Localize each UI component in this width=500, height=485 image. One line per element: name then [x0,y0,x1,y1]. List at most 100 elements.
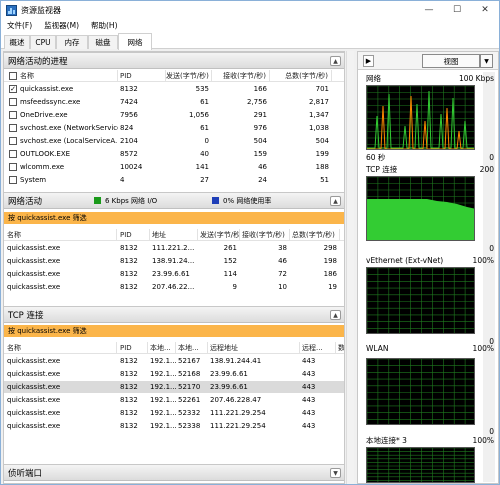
process-checkbox[interactable] [9,163,17,171]
col-more[interactable]: 数 [338,342,344,354]
net-address: 111.221.2... [152,244,195,252]
minimize-button[interactable]: — [415,1,443,19]
table-row[interactable]: OUTLOOK.EXE 8572 40 159 199 [4,148,344,160]
process-name: quickassist.exe [20,85,74,93]
table-row[interactable]: svchost.exe (LocalServiceA... 2104 0 504 504 [4,135,344,147]
window-title: 资源监视器 [21,5,61,15]
col-pid[interactable]: PID [120,70,166,82]
process-pid: 824 [120,124,134,132]
process-checkbox[interactable] [9,98,17,106]
proc-section-header[interactable]: 网络活动的进程 ▲ [4,52,344,69]
table-row[interactable]: quickassist.exe 8132 192.1... 52338 111.221.… [4,420,344,432]
table-row[interactable]: quickassist.exe 8132 111.221.2... 261 38 298 [4,242,344,254]
tcp-name: quickassist.exe [7,396,61,404]
chevron-up-icon[interactable]: ▲ [330,310,341,320]
process-total: 188 [315,163,329,171]
col-recv[interactable]: 接收(字节/秒) [212,70,270,82]
table-row[interactable]: wlcomm.exe 10024 141 46 188 [4,161,344,173]
net-io-text: 6 Kbps 网络 I/O [105,196,158,205]
graph-scrollbar[interactable] [483,72,495,482]
table-row[interactable]: quickassist.exe 8132 192.1... 52168 23.99.6.… [4,368,344,380]
col-local-address[interactable]: 本地... [150,342,176,354]
col-pid[interactable]: PID [120,229,150,241]
net-pid: 8132 [120,257,138,265]
view-button[interactable]: 视图 [422,54,480,68]
vethernet-graph [366,267,475,334]
table-row[interactable]: System 4 27 24 51 [4,174,344,186]
select-all-checkbox[interactable] [9,72,17,80]
table-row[interactable]: ✓ quickassist.exe 8132 535 166 701 [4,83,344,95]
left-scrollbar[interactable] [346,51,354,484]
chevron-down-icon[interactable]: ▼ [480,54,493,68]
process-checkbox[interactable] [9,176,17,184]
graph-label-tcp: TCP 连接 200 [366,165,494,174]
process-total: 504 [315,137,329,145]
process-checkbox[interactable] [9,150,17,158]
tab-disk[interactable]: 磁盘 [88,35,118,49]
tcp-table-header: 名称 PID 本地... 本地... 远程地址 远程... 数 [4,342,344,354]
col-send[interactable]: 发送(字节/秒) [200,229,240,241]
table-row[interactable]: quickassist.exe 8132 192.1... 52167 138.91.2… [4,355,344,367]
tcp-remote-address: 138.91.244.41 [210,357,262,365]
menu-monitor[interactable]: 监视器(M) [38,20,85,31]
col-name[interactable]: 名称 [7,342,117,354]
listen-section-header[interactable]: 侦听端口 ▼ [4,464,344,481]
table-row[interactable]: OneDrive.exe 7956 1,056 291 1,347 [4,109,344,121]
process-pid: 8132 [120,85,138,93]
tcp-remote-port: 443 [302,422,316,430]
col-remote-port[interactable]: 远程... [302,342,336,354]
process-checkbox[interactable]: ✓ [9,85,17,93]
tcp-connections-area [367,199,474,240]
table-row[interactable]: quickassist.exe 8132 23.99.6.61 114 72 186 [4,268,344,280]
col-recv[interactable]: 接收(字节/秒) [242,229,290,241]
process-total: 51 [320,176,329,184]
col-total[interactable]: 总数(字节/秒) [270,70,332,82]
graph-label-network: 网络 100 Kbps [366,74,494,83]
tcp-remote-address: 111.221.29.254 [210,422,266,430]
process-checkbox[interactable] [9,111,17,119]
table-row[interactable]: svchost.exe (NetworkService) 824 61 976 1,03… [4,122,344,134]
col-remote-address[interactable]: 远程地址 [210,342,300,354]
table-row[interactable]: quickassist.exe 8132 192.1... 52332 111.221.… [4,407,344,419]
process-total: 1,347 [308,111,329,119]
chevron-up-icon[interactable]: ▲ [330,56,341,66]
tcp-section-header[interactable]: TCP 连接 ▲ [4,306,344,323]
col-address[interactable]: 地址 [152,229,198,241]
tcp-remote-address: 23.99.6.61 [210,383,248,391]
tab-network[interactable]: 网络 [118,33,152,50]
table-row[interactable]: quickassist.exe 8132 138.91.24... 152 46 198 [4,255,344,267]
tab-memory[interactable]: 内存 [56,35,88,49]
tcp-local-port: 52338 [178,422,201,430]
process-recv: 2,756 [246,98,267,106]
table-row[interactable]: quickassist.exe 8132 192.1... 52170 23.99.6.… [4,381,344,393]
net-io-legend: 6 Kbps 网络 I/O [94,196,157,206]
tab-cpu[interactable]: CPU [30,35,56,49]
process-name: OneDrive.exe [20,111,68,119]
process-pid: 2104 [120,137,138,145]
table-row[interactable]: msfeedssync.exe 7424 61 2,756 2,817 [4,96,344,108]
col-send[interactable]: 发送(字节/秒) [166,70,212,82]
col-total[interactable]: 总数(字节/秒) [292,229,340,241]
table-row[interactable]: quickassist.exe 8132 207.46.22... 9 10 19 [4,281,344,293]
chevron-down-icon[interactable]: ▼ [330,468,341,478]
table-row[interactable]: quickassist.exe 8132 192.1... 52261 207.46.2… [4,394,344,406]
col-name[interactable]: 名称 [7,229,117,241]
network-usage-trace [367,95,474,149]
menu-help[interactable]: 帮助(H) [85,20,124,31]
tab-overview[interactable]: 概述 [4,35,30,49]
process-checkbox[interactable] [9,124,17,132]
net-section-header[interactable]: 网络活动 6 Kbps 网络 I/O 0% 网络使用率 ▲ [4,192,344,209]
tcp-remote-port: 443 [302,409,316,417]
chevron-right-icon[interactable]: ▶ [363,55,374,67]
graph-toolbar: ▶ 视图 ▼ [358,52,498,70]
process-checkbox[interactable] [9,137,17,145]
process-recv: 46 [258,163,267,171]
tcp-name: quickassist.exe [7,422,61,430]
close-button[interactable]: ✕ [471,1,499,19]
chevron-up-icon[interactable]: ▲ [330,196,341,206]
col-local-port[interactable]: 本地... [178,342,208,354]
col-pid[interactable]: PID [120,342,148,354]
col-name[interactable]: 名称 [20,70,118,82]
maximize-button[interactable]: ☐ [443,1,471,19]
menu-file[interactable]: 文件(F) [1,20,38,31]
